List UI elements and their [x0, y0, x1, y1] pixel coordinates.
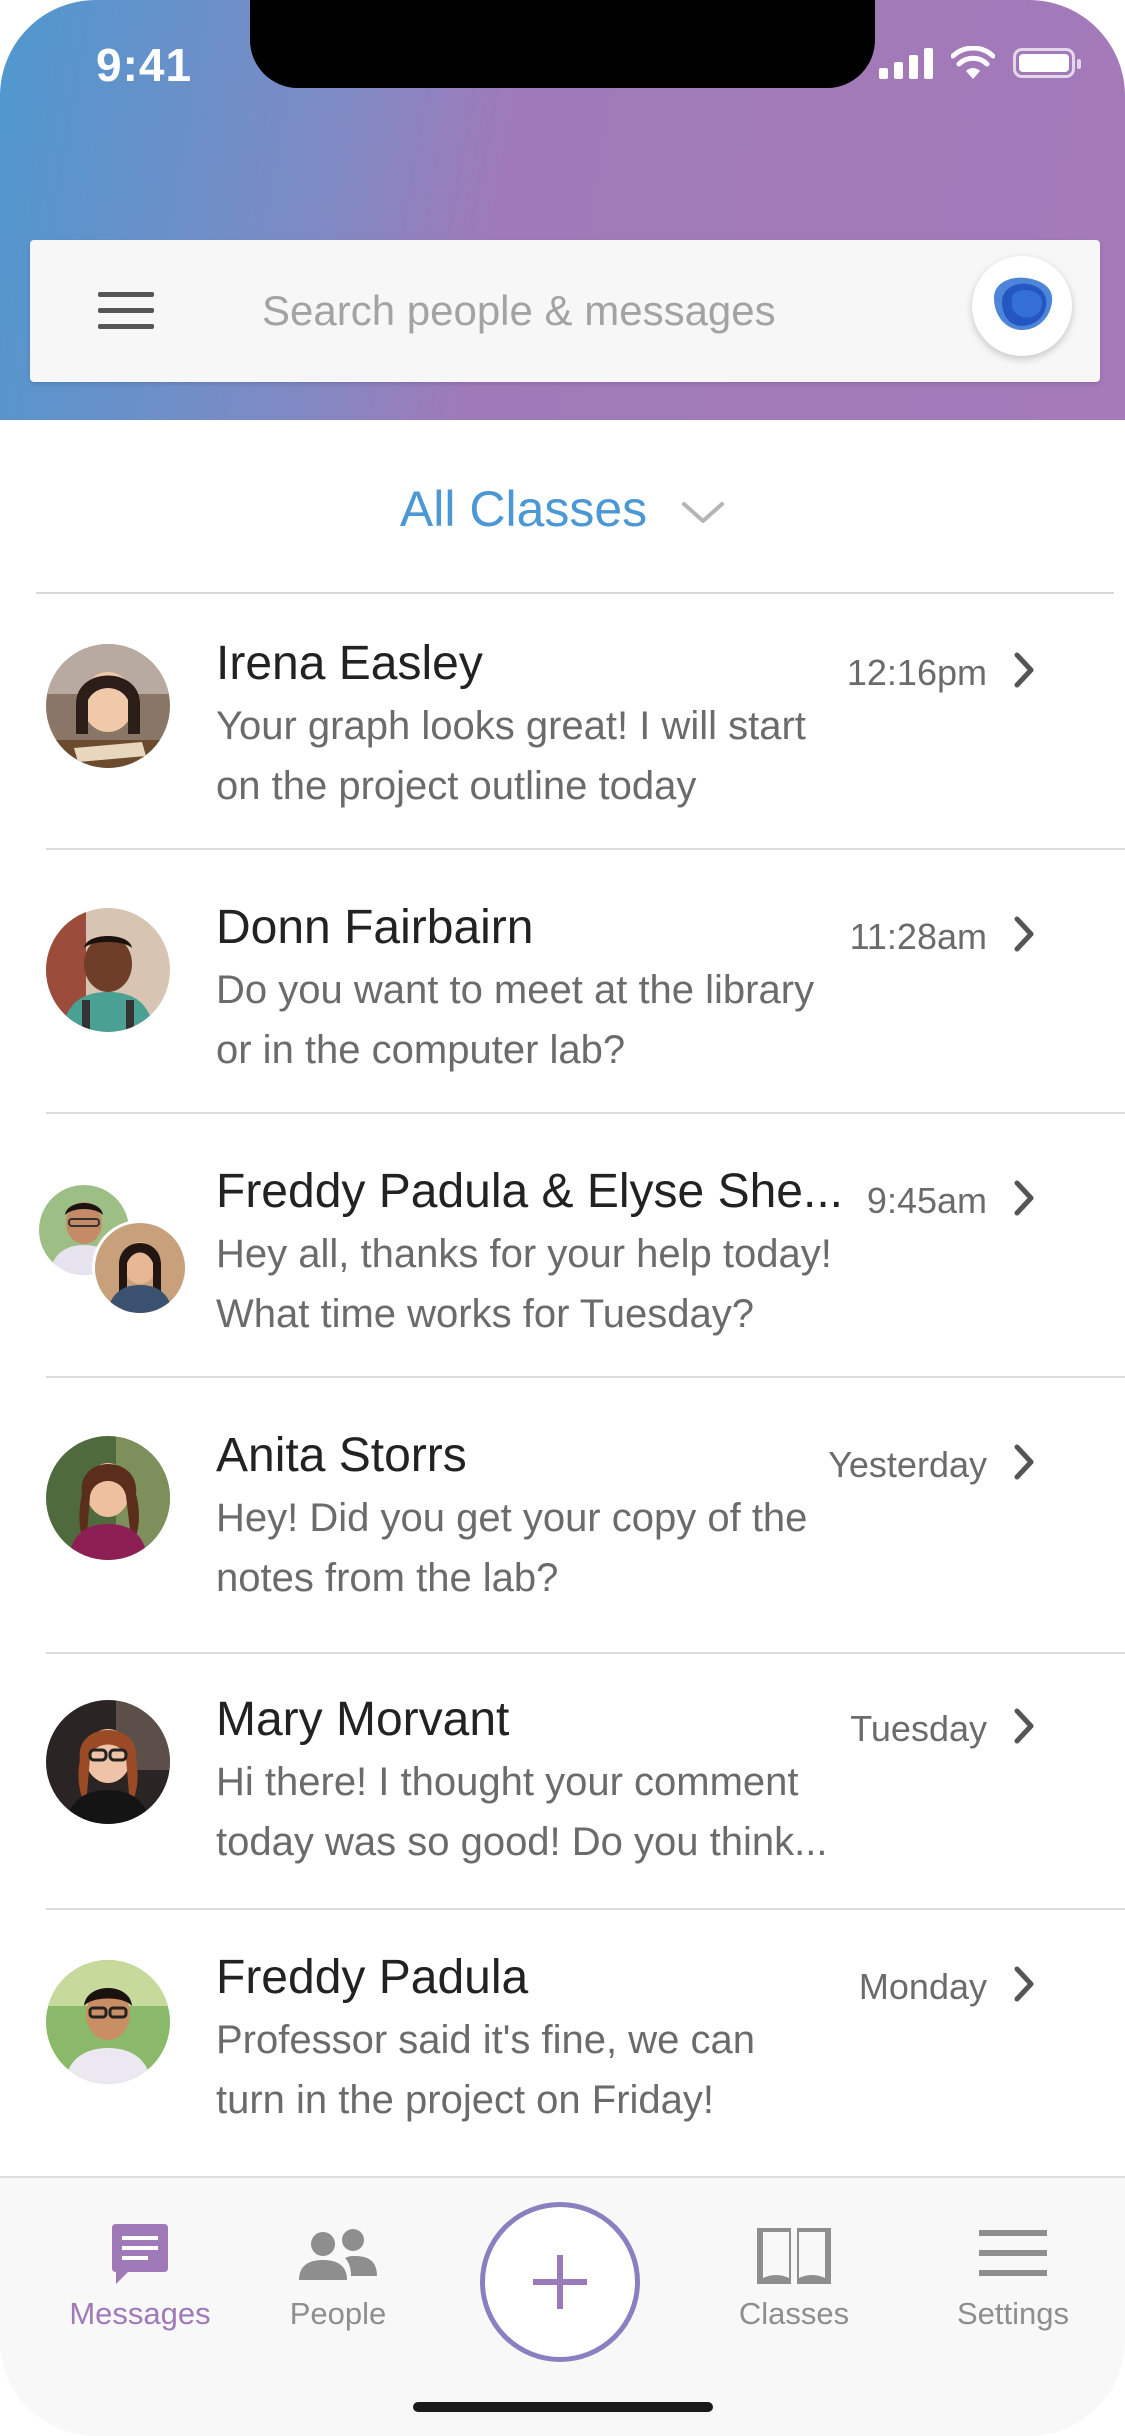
message-time: Yesterday	[828, 1444, 987, 1485]
message-row[interactable]: Mary Morvant Tuesday Hi there! I thought…	[0, 1650, 1125, 1910]
message-row[interactable]: Freddy Padula Monday Professor said it's…	[0, 1908, 1125, 2164]
battery-icon	[1013, 48, 1081, 78]
cellular-signal-icon	[879, 47, 933, 79]
hamburger-menu-icon[interactable]	[98, 292, 154, 332]
avatar	[92, 1220, 188, 1316]
sender-name: Donn Fairbairn	[216, 901, 534, 954]
sender-name: Irena Easley	[216, 637, 483, 690]
chat-bubble-icon	[112, 2224, 168, 2284]
row-divider	[46, 1376, 1125, 1378]
row-divider	[46, 848, 1125, 850]
sender-name: Freddy Padula & Elyse She...	[216, 1165, 843, 1218]
message-row[interactable]: Anita Storrs Yesterday Hey! Did you get …	[0, 1386, 1125, 1654]
row-divider	[46, 1112, 1125, 1114]
settings-lines-icon	[979, 2230, 1047, 2276]
chevron-right-icon	[1014, 916, 1034, 952]
avatar	[46, 644, 170, 768]
tab-bar: Messages People Classes Settings	[0, 2176, 1125, 2436]
message-preview: Do you want to meet at the library or in…	[216, 968, 815, 1072]
open-book-icon	[757, 2228, 831, 2284]
message-time: Tuesday	[850, 1708, 987, 1749]
avatar	[46, 1436, 170, 1560]
avatar	[46, 1960, 170, 2084]
message-preview: Professor said it's fine, we can turn in…	[216, 2018, 755, 2122]
search-bar[interactable]: Search people & messages	[30, 240, 1100, 382]
message-time: 9:45am	[866, 1180, 987, 1221]
tab-people-label: People	[289, 2296, 387, 2331]
message-row[interactable]: Irena Easley 12:16pm Your graph looks gr…	[0, 594, 1125, 850]
tab-messages[interactable]: Messages	[50, 2218, 230, 2332]
phone-screen: 9:41 Search people & messages All Classe…	[0, 0, 1125, 2436]
device-notch	[250, 0, 875, 88]
message-preview: Hey! Did you get your copy of the notes …	[216, 1496, 808, 1600]
message-preview: Your graph looks great! I will start on …	[216, 704, 806, 808]
sender-name: Anita Storrs	[216, 1429, 467, 1482]
chevron-right-icon	[1014, 652, 1034, 688]
chevron-right-icon	[1014, 1180, 1034, 1216]
message-preview: Hey all, thanks for your help today! Wha…	[216, 1232, 832, 1336]
compose-button[interactable]	[480, 2202, 640, 2362]
message-time: 11:28am	[849, 916, 987, 957]
message-row[interactable]: Freddy Padula & Elyse She... 9:45am Hey …	[0, 1122, 1125, 1378]
message-time: 12:16pm	[846, 652, 987, 693]
message-time: Monday	[858, 1966, 987, 2007]
chevron-right-icon	[1014, 1708, 1034, 1744]
assistant-blob-icon	[994, 277, 1053, 330]
message-row[interactable]: Donn Fairbairn 11:28am Do you want to me…	[0, 858, 1125, 1114]
assistant-button[interactable]	[972, 256, 1072, 356]
tab-classes[interactable]: Classes	[704, 2218, 884, 2332]
wifi-icon	[951, 46, 995, 79]
tab-settings-label: Settings	[956, 2296, 1069, 2331]
class-filter-dropdown[interactable]: All Classes	[0, 480, 1125, 538]
tab-settings[interactable]: Settings	[923, 2218, 1103, 2332]
plus-icon	[533, 2255, 587, 2309]
status-icons	[879, 46, 1081, 80]
tab-messages-label: Messages	[69, 2296, 211, 2331]
avatar	[46, 908, 170, 1032]
people-icon	[299, 2229, 377, 2280]
class-filter-label: All Classes	[399, 481, 648, 537]
tab-classes-label: Classes	[738, 2296, 850, 2331]
chevron-down-icon	[682, 501, 725, 523]
avatar	[46, 1700, 170, 1824]
status-time: 9:41	[96, 39, 193, 91]
message-preview: Hi there! I thought your comment today w…	[216, 1760, 828, 1864]
chevron-right-icon	[1014, 1966, 1034, 2002]
sender-name: Mary Morvant	[216, 1693, 510, 1746]
tab-people[interactable]: People	[248, 2218, 428, 2332]
home-indicator	[413, 2402, 713, 2412]
search-input[interactable]: Search people & messages	[262, 284, 776, 338]
sender-name: Freddy Padula	[216, 1951, 529, 2004]
chevron-right-icon	[1014, 1444, 1034, 1480]
